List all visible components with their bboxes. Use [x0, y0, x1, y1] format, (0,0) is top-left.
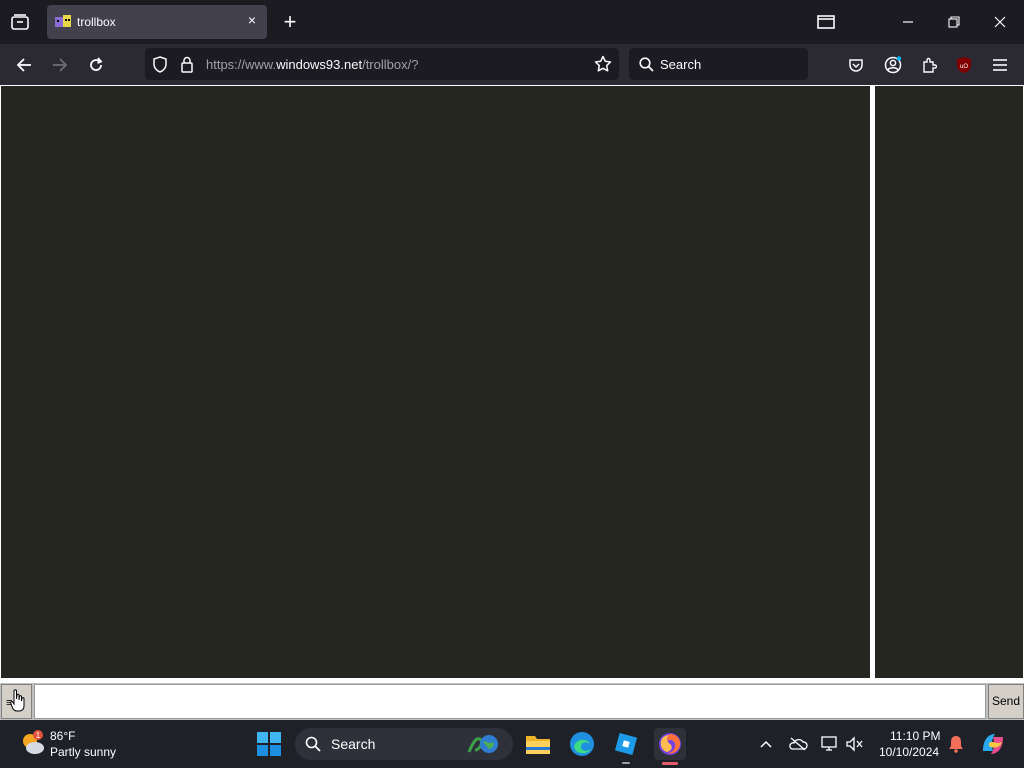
forward-arrow-icon[interactable] — [49, 54, 71, 76]
folder-icon[interactable] — [816, 12, 836, 32]
weather-temperature: 86°F — [50, 729, 76, 743]
extensions-icon[interactable] — [918, 54, 940, 76]
search-placeholder: Search — [660, 57, 702, 72]
tab-list-icon[interactable] — [8, 10, 32, 34]
close-window-icon[interactable] — [990, 12, 1010, 32]
hand-cursor-icon — [10, 689, 26, 718]
account-icon[interactable] — [882, 54, 904, 76]
app-running-indicator — [622, 762, 630, 764]
ublock-origin-icon[interactable]: uO — [953, 54, 975, 76]
app-active-indicator — [662, 762, 678, 765]
back-arrow-icon[interactable] — [13, 54, 35, 76]
browser-nav-bar: https://www.windows93.net/trollbox/? Sea… — [0, 44, 1024, 85]
address-bar[interactable]: https://www.windows93.net/trollbox/? — [145, 48, 619, 80]
browser-tab-bar: trollbox × + — [0, 0, 1024, 44]
restore-icon[interactable] — [944, 12, 964, 32]
firefox-icon[interactable] — [654, 728, 686, 760]
onedrive-offline-icon[interactable] — [788, 734, 808, 754]
search-bar[interactable]: Search — [629, 48, 808, 80]
taskbar-search-icon — [305, 736, 321, 757]
edge-browser-icon[interactable] — [566, 728, 598, 760]
trollbox-page — [0, 85, 1024, 683]
message-input-row: ≡ Send — [0, 683, 1024, 720]
search-icon — [639, 57, 654, 77]
reload-icon[interactable] — [85, 54, 107, 76]
tab-title: trollbox — [77, 15, 116, 29]
windows-start-icon[interactable] — [257, 732, 281, 756]
chat-messages-area[interactable] — [1, 86, 870, 678]
minimize-icon[interactable] — [898, 12, 918, 32]
trollbox-favicon-icon — [55, 15, 71, 29]
shield-icon[interactable] — [152, 56, 168, 78]
svg-text:uO: uO — [960, 64, 968, 70]
send-button[interactable]: Send — [988, 684, 1024, 719]
url-text[interactable]: https://www.windows93.net/trollbox/? — [206, 57, 418, 72]
roblox-studio-icon[interactable] — [610, 728, 642, 760]
bookmark-star-icon[interactable] — [594, 55, 612, 78]
pocket-icon[interactable] — [845, 54, 867, 76]
volume-muted-icon[interactable] — [845, 734, 865, 754]
network-icon[interactable] — [820, 734, 840, 754]
url-prefix: https://www. — [206, 57, 277, 72]
online-users-panel[interactable] — [875, 86, 1023, 678]
taskbar-search-label: Search — [331, 736, 376, 752]
tab-trollbox[interactable]: trollbox × — [47, 5, 267, 39]
new-tab-button[interactable]: + — [280, 11, 300, 33]
message-input[interactable] — [34, 684, 986, 719]
taskbar-search-box[interactable]: Search — [295, 728, 513, 760]
file-explorer-icon[interactable] — [522, 728, 554, 760]
weather-badge: 1 — [36, 731, 41, 740]
weather-partly-sunny-icon[interactable]: 1 — [20, 729, 46, 757]
weather-condition: Partly sunny — [50, 745, 117, 759]
url-path: /trollbox/? — [362, 57, 419, 72]
clock-time[interactable]: 11:10 PM — [890, 729, 940, 743]
search-highlight-icon — [465, 732, 505, 761]
lock-icon[interactable] — [180, 56, 194, 78]
windows-taskbar: 1 86°F Partly sunny Search 11:10 PM 10/1… — [0, 720, 1024, 768]
chevron-up-icon[interactable] — [756, 734, 776, 754]
hamburger-menu-icon[interactable] — [989, 54, 1011, 76]
url-host: windows93.net — [276, 57, 363, 72]
copilot-icon[interactable] — [980, 731, 1006, 757]
clock-date[interactable]: 10/10/2024 — [879, 745, 939, 759]
tab-close-icon[interactable]: × — [245, 13, 259, 27]
notification-bell-icon[interactable] — [946, 734, 966, 754]
